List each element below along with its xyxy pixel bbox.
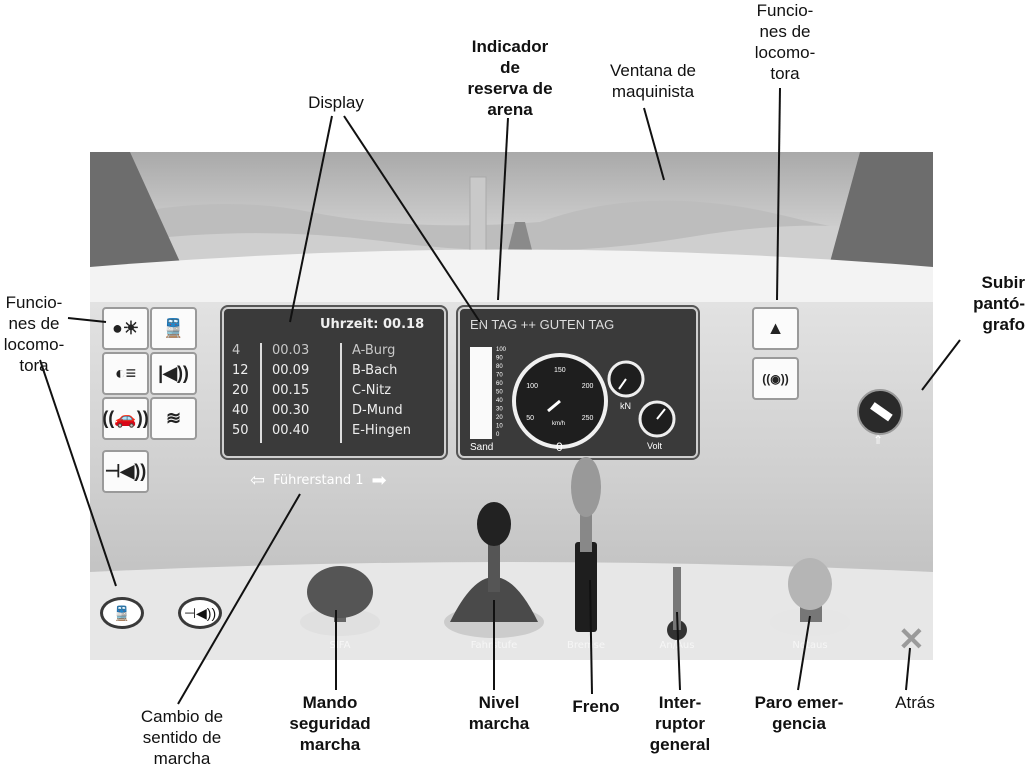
annotation-display: Display <box>308 93 364 112</box>
annotation-safety-control: Mando seguridad marcha <box>289 693 371 754</box>
notaus-button[interactable] <box>788 558 832 610</box>
annotation-loco-functions-left: Funcio- nes de locomo- tora <box>3 293 65 375</box>
annotation-drive-level: Nivel marcha <box>468 693 530 733</box>
annotation-driver-window: Ventana de maquinista <box>609 61 697 101</box>
bremse-track <box>575 542 597 632</box>
annotation-main-switch: Inter- ruptor general <box>649 693 711 754</box>
bremse-label: Bremse <box>566 640 605 651</box>
sifa-button[interactable] <box>307 566 373 618</box>
bremse-lever[interactable] <box>571 457 601 517</box>
annotation-direction-change: Cambio de sentido de marcha <box>140 707 224 768</box>
notaus-label: Notaus <box>792 640 828 651</box>
an-aus-label: An/Aus <box>659 640 695 651</box>
close-icon[interactable]: ✕ <box>898 620 925 658</box>
cab-view: ⇑ ●☀ 🚆 ◐≡ |◀)) ((🚗)) ≋ ⊣◀)) Uhrzeit: 00.… <box>90 152 933 660</box>
fahrstufe-label: Fahrstufe <box>470 640 518 651</box>
fahrstufe-lever[interactable] <box>477 502 511 546</box>
annotation-pantograph: Subir pantó- grafo <box>973 273 1025 334</box>
sifa-label: SIFA <box>329 640 351 651</box>
annotation-brake: Freno <box>572 697 620 716</box>
annotation-sand-indicator: Indicador de reserva de arena <box>467 37 553 119</box>
annotation-emergency-stop: Paro emer- gencia <box>754 693 844 733</box>
annotation-back: Atrás <box>895 693 935 712</box>
main-switch-lever[interactable] <box>673 567 681 630</box>
controls <box>300 457 850 640</box>
annotation-loco-functions-top: Funcio- nes de locomo- tora <box>754 1 816 83</box>
